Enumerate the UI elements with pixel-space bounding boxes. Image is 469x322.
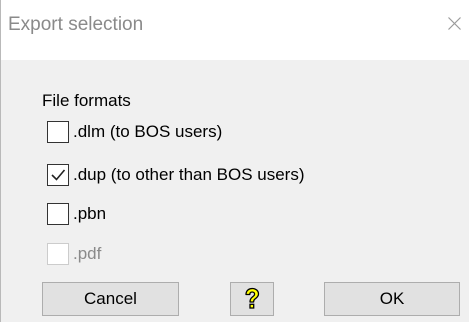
- dlm-checkbox-label: .dlm (to BOS users): [73, 122, 223, 141]
- pdf-checkbox-option: .pdf: [47, 241, 101, 267]
- pbn-checkbox-option[interactable]: .pbn: [47, 201, 106, 227]
- ok-button[interactable]: OK: [324, 282, 460, 316]
- question-mark-icon: [245, 287, 260, 309]
- dlm-checkbox-option[interactable]: .dlm (to BOS users): [47, 119, 222, 145]
- pdf-checkbox: [47, 243, 69, 265]
- title-bar: Export selection: [1, 0, 469, 60]
- dup-checkbox[interactable]: [47, 164, 69, 186]
- help-button[interactable]: [230, 282, 274, 316]
- dlm-checkbox[interactable]: [47, 121, 69, 143]
- close-button[interactable]: [439, 6, 469, 42]
- pbn-checkbox-label: .pbn: [73, 204, 107, 223]
- checkmark-icon: [51, 169, 66, 181]
- dup-checkbox-label: .dup (to other than BOS users): [73, 165, 305, 184]
- close-icon: [448, 17, 461, 30]
- export-selection-dialog: Export selection File formats .dlm (to B…: [0, 0, 469, 322]
- file-formats-label: File formats: [42, 91, 131, 110]
- pdf-checkbox-label: .pdf: [73, 244, 102, 263]
- dup-checkbox-option[interactable]: .dup (to other than BOS users): [47, 162, 305, 188]
- dialog-title: Export selection: [8, 14, 144, 35]
- cancel-button[interactable]: Cancel: [42, 282, 179, 316]
- pbn-checkbox[interactable]: [47, 203, 69, 225]
